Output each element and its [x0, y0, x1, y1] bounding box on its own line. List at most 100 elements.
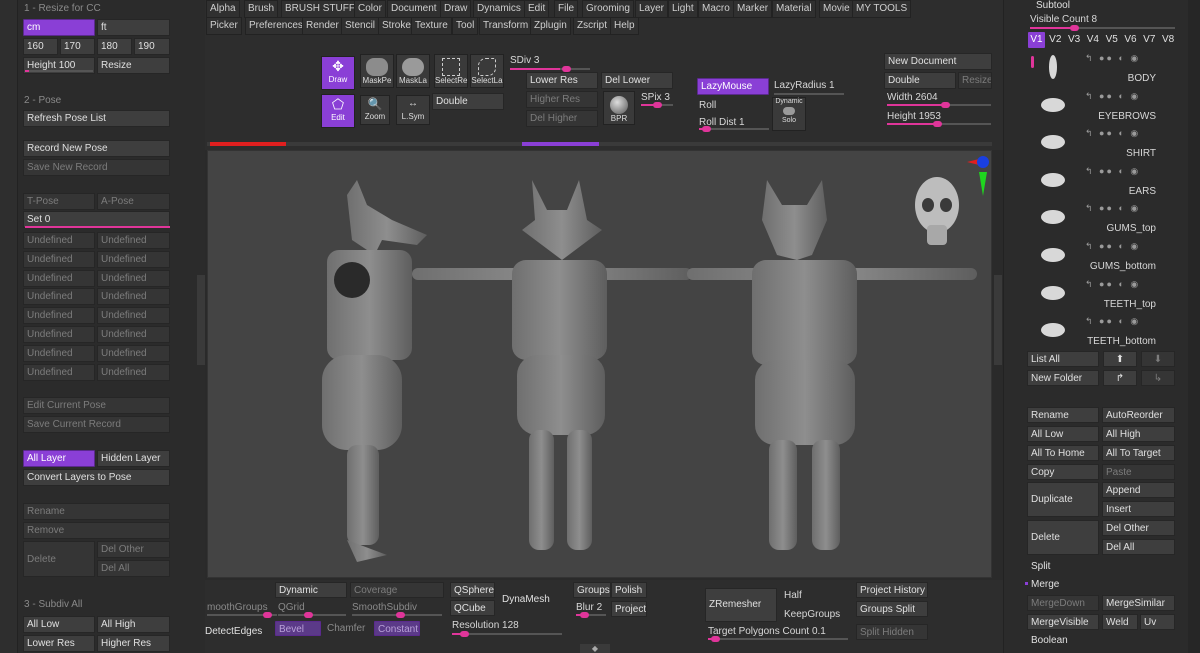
- menu-color[interactable]: Color: [354, 0, 386, 18]
- layer-rename-button[interactable]: Rename: [23, 503, 170, 520]
- viewport-left-handle[interactable]: [197, 275, 205, 365]
- copy-button[interactable]: Copy: [1027, 464, 1099, 480]
- unit-ft-button[interactable]: ft: [97, 19, 170, 36]
- visible-count-slider-track[interactable]: [1030, 25, 1175, 31]
- subtool-del-all-button[interactable]: Del All: [1102, 539, 1175, 555]
- doc-width-slider-track[interactable]: [887, 102, 991, 108]
- refresh-pose-button[interactable]: Refresh Pose List: [23, 110, 170, 127]
- menu-layer[interactable]: Layer: [635, 0, 669, 18]
- menu-transform[interactable]: Transform: [479, 17, 533, 35]
- split-hidden-button[interactable]: Split Hidden: [856, 624, 928, 640]
- version-v3-button[interactable]: V3: [1066, 32, 1083, 48]
- height-190-button[interactable]: 190: [134, 38, 170, 55]
- lsym-button[interactable]: ↔ L.Sym: [396, 95, 430, 125]
- pose-slot-undefined[interactable]: Undefined: [97, 269, 170, 287]
- select-lasso-button[interactable]: SelectLa: [470, 54, 504, 88]
- height-170-button[interactable]: 170: [60, 38, 95, 55]
- version-v5-button[interactable]: V5: [1103, 32, 1120, 48]
- menu-zscript[interactable]: Zscript: [573, 17, 611, 35]
- menu-light[interactable]: Light: [668, 0, 698, 18]
- subtool-item[interactable]: ↰ ●● ◐ ◉ EYEBROWS: [1030, 88, 1180, 125]
- resolution-slider-track[interactable]: [452, 631, 562, 637]
- subtool-rename-button[interactable]: Rename: [1027, 407, 1099, 423]
- target-polygons-slider-track[interactable]: [708, 636, 848, 642]
- menu-tool[interactable]: Tool: [452, 17, 479, 35]
- qsphere-button[interactable]: QSphere: [450, 582, 495, 598]
- subdiv-higher-res-button[interactable]: Higher Res: [97, 635, 170, 652]
- menu-my-tools[interactable]: MY TOOLS: [852, 0, 912, 18]
- bottom-collapse-arrows[interactable]: ◆: [580, 644, 610, 653]
- subtool-visibility-toggles-icon[interactable]: ↰ ●● ◐ ◉: [1085, 91, 1200, 101]
- del-higher-button[interactable]: Del Higher: [526, 110, 598, 127]
- pose-slot-undefined[interactable]: Undefined: [97, 250, 170, 268]
- doc-resize-button[interactable]: Resize: [958, 72, 992, 89]
- chamfer-label[interactable]: Chamfer: [327, 623, 365, 634]
- new-document-button[interactable]: New Document: [884, 53, 992, 70]
- pose-slot-undefined[interactable]: Undefined: [23, 288, 95, 306]
- roll-dist-slider-track[interactable]: [699, 126, 769, 132]
- menu-dynamics[interactable]: Dynamics: [473, 0, 525, 18]
- layer-delete-button[interactable]: Delete: [23, 541, 95, 577]
- subtool-visibility-toggles-icon[interactable]: ↰ ●● ◐ ◉: [1085, 128, 1200, 138]
- half-toggle[interactable]: Half: [784, 590, 802, 601]
- coverage-slider[interactable]: Coverage: [350, 582, 444, 598]
- menu-render[interactable]: Render: [302, 17, 343, 35]
- bpr-button[interactable]: BPR: [603, 91, 635, 125]
- lower-res-button[interactable]: Lower Res: [526, 72, 598, 89]
- unit-cm-button[interactable]: cm: [23, 19, 95, 36]
- menu-zplugin[interactable]: Zplugin: [530, 17, 571, 35]
- lazyradius-slider[interactable]: LazyRadius 1: [774, 80, 844, 94]
- weld-button[interactable]: Weld: [1102, 614, 1138, 630]
- hidden-layer-button[interactable]: Hidden Layer: [97, 450, 170, 467]
- zremesher-button[interactable]: ZRemesher: [705, 588, 777, 622]
- menu-macro[interactable]: Macro: [698, 0, 734, 18]
- move-down-button[interactable]: ⬇: [1141, 351, 1175, 367]
- blur-slider-track[interactable]: [576, 612, 606, 618]
- groups-split-button[interactable]: Groups Split: [856, 601, 928, 617]
- edit-button[interactable]: ⬠ Edit: [321, 94, 355, 128]
- del-lower-button[interactable]: Del Lower: [601, 72, 673, 89]
- boolean-section[interactable]: Boolean: [1031, 635, 1068, 646]
- smooth-groups-label[interactable]: moothGroups: [207, 602, 268, 613]
- menu-material[interactable]: Material: [772, 0, 816, 18]
- menu-movie[interactable]: Movie: [819, 0, 854, 18]
- bevel-button[interactable]: Bevel: [275, 621, 321, 636]
- constant-button[interactable]: Constant: [374, 621, 420, 636]
- height-160-button[interactable]: 160: [23, 38, 58, 55]
- list-all-button[interactable]: List All: [1027, 351, 1099, 367]
- menu-edit[interactable]: Edit: [524, 0, 550, 18]
- menu-marker[interactable]: Marker: [733, 0, 773, 18]
- subtool-del-other-button[interactable]: Del Other: [1102, 520, 1175, 536]
- subtool-item[interactable]: ↰ ●● ◐ ◉ BODY: [1030, 50, 1180, 87]
- doc-height-slider-track[interactable]: [887, 121, 991, 127]
- smooth-subdiv-label[interactable]: SmoothSubdiv: [352, 602, 417, 613]
- subtool-visibility-toggles-icon[interactable]: ↰ ●● ◐ ◉: [1085, 166, 1200, 176]
- version-v8-button[interactable]: V8: [1160, 32, 1177, 48]
- menu-picker[interactable]: Picker: [206, 17, 242, 35]
- append-button[interactable]: Append: [1102, 482, 1175, 498]
- lazymouse-button[interactable]: LazyMouse: [697, 78, 769, 95]
- menu-stroke[interactable]: Stroke: [378, 17, 415, 35]
- viewport-right-handle[interactable]: [994, 275, 1002, 365]
- layer-del-other-button[interactable]: Del Other: [97, 541, 170, 558]
- zoom-button[interactable]: 🔍 Zoom: [360, 95, 390, 125]
- subtool-item[interactable]: ↰ ●● ◐ ◉ TEETH_top: [1030, 276, 1180, 313]
- doc-double-button[interactable]: Double: [884, 72, 956, 89]
- subtool-visibility-toggles-icon[interactable]: ↰ ●● ◐ ◉: [1085, 53, 1200, 63]
- t-pose-button[interactable]: T-Pose: [23, 193, 95, 210]
- merge-similar-button[interactable]: MergeSimilar: [1102, 595, 1175, 611]
- smooth-groups-slider[interactable]: [207, 612, 277, 618]
- subtool-visibility-toggles-icon[interactable]: ↰ ●● ◐ ◉: [1085, 316, 1200, 326]
- higher-res-button[interactable]: Higher Res: [526, 91, 598, 108]
- double-button[interactable]: Double: [432, 93, 504, 110]
- all-layer-button[interactable]: All Layer: [23, 450, 95, 467]
- polish-button[interactable]: Polish: [611, 582, 647, 598]
- edit-current-pose-button[interactable]: Edit Current Pose: [23, 397, 170, 414]
- menu-document[interactable]: Document: [387, 0, 441, 18]
- new-folder-button[interactable]: New Folder: [1027, 370, 1099, 386]
- pose-slot-undefined[interactable]: Undefined: [97, 288, 170, 306]
- merge-visible-button[interactable]: MergeVisible: [1027, 614, 1099, 630]
- save-current-record-button[interactable]: Save Current Record: [23, 416, 170, 433]
- pose-slot-undefined[interactable]: Undefined: [23, 307, 95, 325]
- qgrid-slider[interactable]: [278, 612, 346, 618]
